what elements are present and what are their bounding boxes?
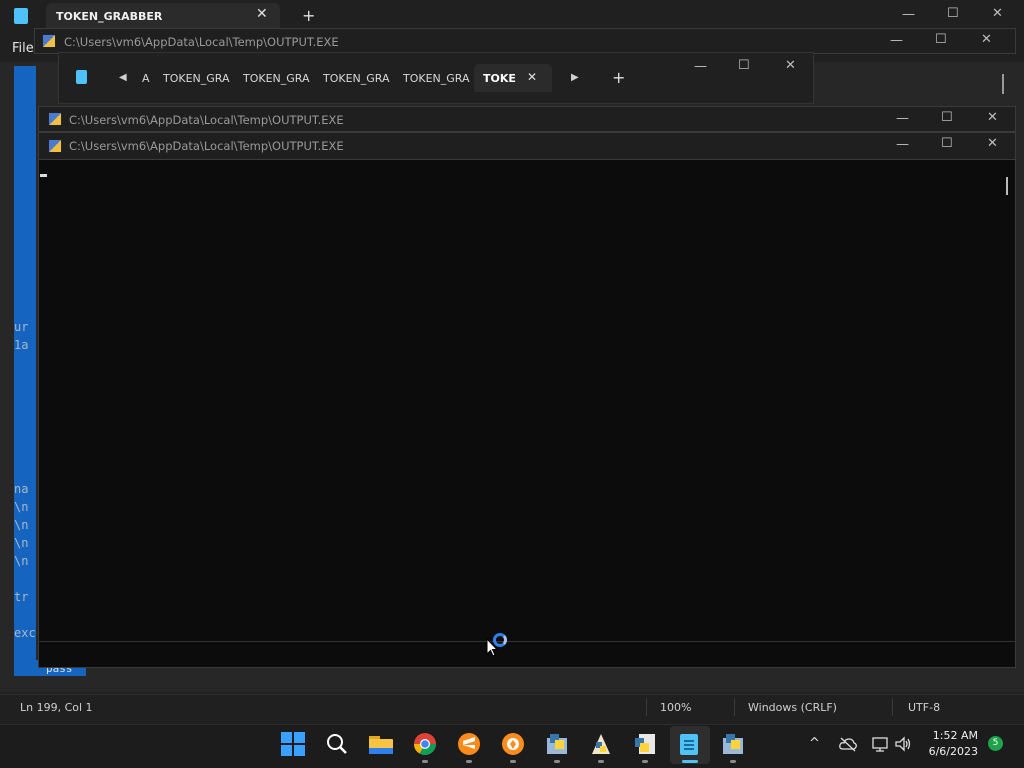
console-scrollbar[interactable] (1006, 177, 1008, 195)
status-divider (892, 698, 893, 716)
console-title: C:\Users\vm6\AppData\Local\Temp\OUTPUT.E… (69, 113, 344, 127)
console-app-icon (42, 34, 56, 48)
status-bar (0, 694, 1024, 722)
editor-line: \n (14, 536, 29, 550)
console-title: C:\Users\vm6\AppData\Local\Temp\OUTPUT.E… (64, 35, 339, 49)
nested-tab[interactable]: TOKEN_GRA (323, 72, 390, 85)
sublime-text-icon[interactable] (457, 732, 481, 756)
taskbar-running-indicator (554, 760, 560, 763)
volume-icon[interactable] (894, 735, 912, 753)
notepad-app-icon (76, 70, 87, 84)
tray-overflow-chevron-icon[interactable]: ^ (809, 736, 820, 751)
console-title: C:\Users\vm6\AppData\Local\Temp\OUTPUT.E… (69, 139, 344, 153)
minimize-button[interactable]: — (896, 137, 909, 152)
status-position: Ln 199, Col 1 (20, 701, 93, 714)
file-explorer-icon[interactable] (368, 733, 394, 755)
new-tab-button[interactable]: + (302, 6, 315, 25)
taskbar-running-indicator (730, 760, 736, 763)
taskbar-active-indicator (682, 760, 698, 763)
minimize-button[interactable]: — (890, 33, 903, 48)
nested-tab[interactable]: TOKEN_GRA (163, 72, 230, 85)
editor-line: \n (14, 518, 29, 532)
close-button[interactable]: ✕ (987, 136, 998, 151)
python-setup-icon[interactable] (721, 732, 745, 756)
close-button[interactable]: ✕ (981, 32, 992, 47)
editor-line: ur (14, 320, 29, 334)
console-cursor (40, 174, 47, 177)
python-idle-icon[interactable] (589, 732, 613, 756)
status-divider (734, 698, 735, 716)
notification-badge[interactable]: 5 (988, 736, 1003, 751)
nested-tab[interactable]: TOKEN_GRA (403, 72, 470, 85)
editor-scrollbar[interactable] (1002, 74, 1004, 94)
minimize-button[interactable]: — (902, 7, 915, 22)
console-output-area[interactable] (38, 160, 1016, 668)
notepad-tab-title: TOKEN_GRABBER (56, 10, 163, 23)
nested-tab[interactable]: A (142, 72, 150, 85)
status-line-ending[interactable]: Windows (CRLF) (748, 701, 837, 714)
taskbar-running-indicator (510, 760, 516, 763)
python-console-icon[interactable] (633, 732, 657, 756)
new-tab-button[interactable]: + (612, 68, 625, 87)
taskbar-running-indicator (598, 760, 604, 763)
console-app-icon (48, 112, 62, 126)
scroll-tabs-right-icon[interactable]: ▶ (571, 72, 579, 83)
close-button[interactable]: ✕ (987, 110, 998, 125)
maximize-button[interactable]: ☐ (935, 32, 947, 47)
close-tab-icon[interactable]: ✕ (527, 70, 537, 84)
console-app-icon (48, 139, 62, 153)
editor-line: na (14, 482, 29, 496)
taskbar-running-indicator (642, 760, 648, 763)
close-button[interactable]: ✕ (992, 6, 1003, 21)
console-divider (38, 641, 1016, 642)
text-selection (14, 66, 36, 676)
editor-line: 1a (14, 338, 29, 352)
maximize-button[interactable]: ☐ (941, 136, 953, 151)
editor-line: exc (14, 626, 36, 640)
brave-icon[interactable] (501, 732, 525, 756)
close-button[interactable]: ✕ (785, 58, 796, 73)
editor-line: tr (14, 590, 29, 604)
taskbar-running-indicator (466, 760, 472, 763)
search-icon[interactable] (326, 733, 348, 755)
editor-line: \n (14, 554, 29, 568)
network-icon[interactable] (871, 735, 889, 753)
windows-start-icon[interactable] (281, 732, 305, 756)
editor-line: \n (14, 500, 29, 514)
minimize-button[interactable]: — (694, 59, 707, 74)
python-installer-icon[interactable] (545, 732, 569, 756)
maximize-button[interactable]: ☐ (941, 110, 953, 125)
clock-time[interactable]: 1:52 AM (932, 729, 978, 742)
notepad-app-icon (14, 8, 28, 24)
minimize-button[interactable]: — (896, 111, 909, 126)
maximize-button[interactable]: ☐ (947, 6, 959, 21)
cloud-offline-icon[interactable] (839, 736, 857, 752)
status-encoding[interactable]: UTF-8 (908, 701, 940, 714)
nested-tab[interactable]: TOKEN_GRA (243, 72, 310, 85)
clock-date[interactable]: 6/6/2023 (924, 745, 978, 758)
maximize-button[interactable]: ☐ (738, 58, 750, 73)
taskbar-running-indicator (422, 760, 428, 763)
menu-file[interactable]: File (12, 41, 34, 56)
scroll-tabs-left-icon[interactable]: ◀ (119, 72, 127, 83)
mouse-pointer-icon (486, 638, 498, 657)
status-divider (646, 698, 647, 716)
chrome-icon[interactable] (413, 732, 437, 756)
notepad-icon[interactable] (678, 732, 700, 756)
close-tab-icon[interactable]: ✕ (256, 6, 268, 22)
nested-active-tab-label: TOKE (483, 72, 516, 85)
status-zoom[interactable]: 100% (660, 701, 691, 714)
